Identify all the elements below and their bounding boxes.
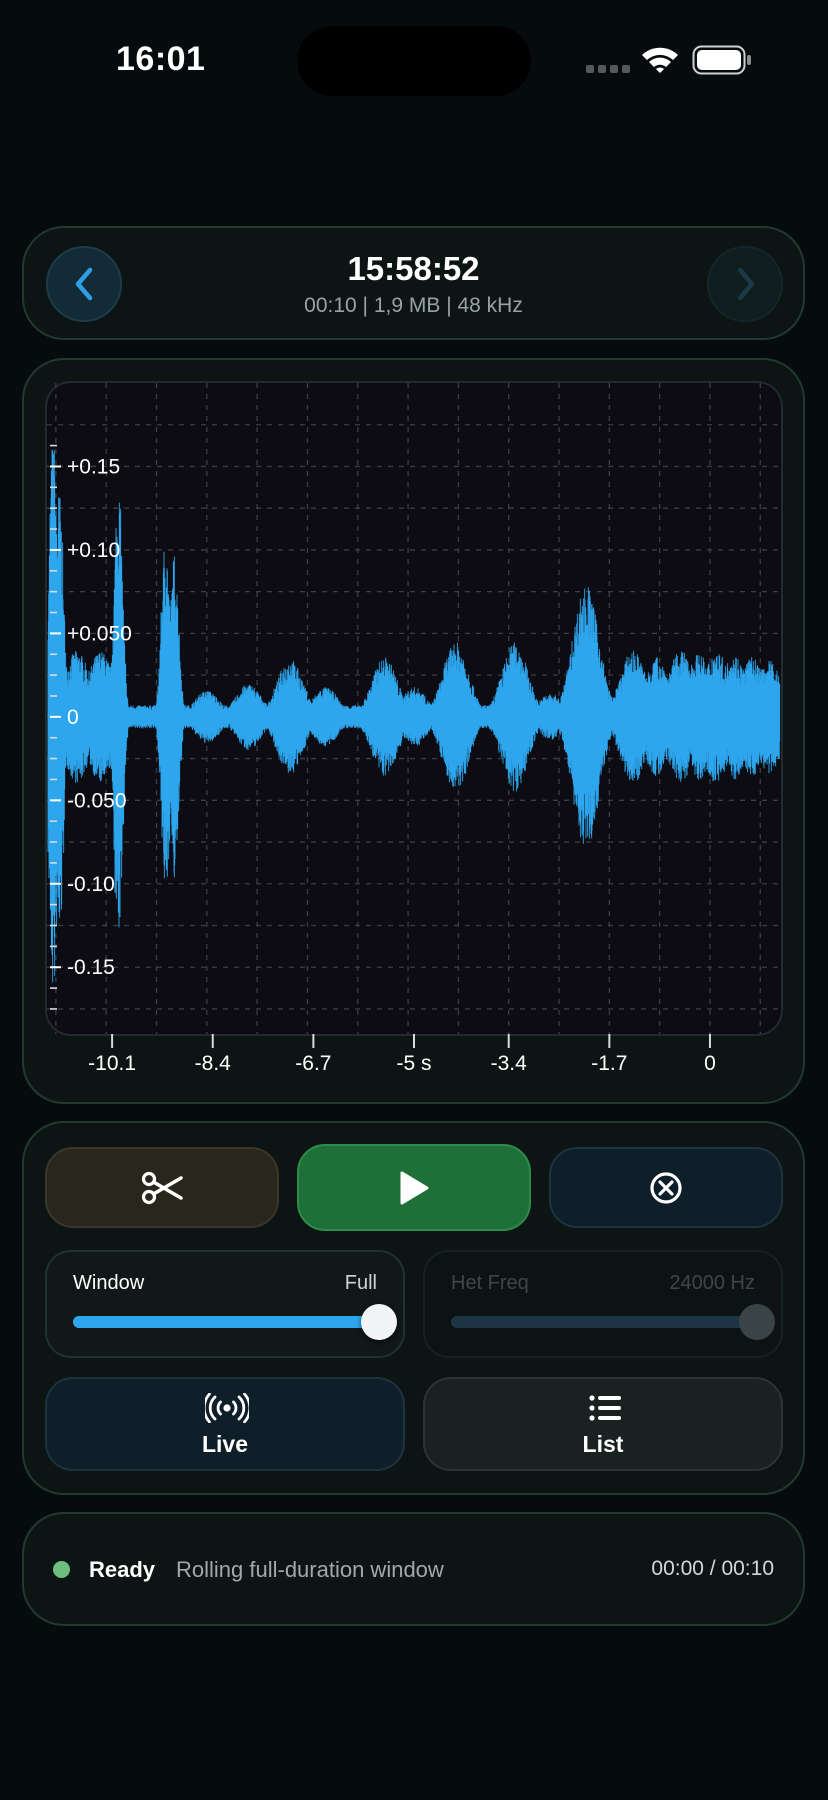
- window-slider-panel: Window Full: [45, 1250, 405, 1358]
- clear-button[interactable]: [549, 1147, 783, 1228]
- status-state: Ready: [89, 1557, 156, 1582]
- y-tick-label: -0.050: [67, 789, 127, 812]
- het-freq-slider-fill: [451, 1316, 757, 1328]
- y-tick-label: -0.10: [67, 873, 115, 896]
- y-tick-label: +0.050: [67, 622, 132, 645]
- x-tick-label: -5 s: [396, 1052, 431, 1075]
- play-button[interactable]: [297, 1144, 531, 1231]
- playback-time: 00:00 / 00:10: [651, 1557, 774, 1580]
- x-circle-icon: [650, 1171, 682, 1204]
- list-icon: [589, 1395, 621, 1421]
- waveform-chart: +0.15 +0.10 +0.050 0 -0.050 -0.10 -0.15 -10.1 -…: [47, 383, 781, 1075]
- trim-button[interactable]: [45, 1147, 279, 1228]
- het-freq-slider-thumb: [739, 1304, 775, 1340]
- live-label: Live: [201, 1431, 249, 1457]
- het-freq-label: Het Freq: [451, 1272, 529, 1294]
- window-value: Full: [344, 1272, 377, 1294]
- window-slider-fill: [73, 1316, 379, 1328]
- waveform-series: [47, 449, 781, 983]
- y-tick-label: +0.15: [67, 455, 120, 478]
- list-button[interactable]: List: [423, 1377, 783, 1471]
- broadcast-icon: [205, 1393, 249, 1423]
- x-tick-label: -3.4: [491, 1052, 528, 1075]
- scissors-icon: [141, 1171, 183, 1204]
- status-indicator-dot: [53, 1561, 70, 1578]
- y-tick-label: -0.15: [67, 956, 115, 979]
- window-label: Window: [73, 1272, 145, 1294]
- x-tick-label: -8.4: [195, 1052, 232, 1075]
- status-description: Rolling full-duration window: [176, 1557, 444, 1582]
- y-tick-label: 0: [67, 706, 79, 729]
- x-tick-label: -10.1: [88, 1052, 136, 1075]
- x-tick-label: 0: [704, 1052, 716, 1075]
- play-icon: [400, 1171, 429, 1204]
- live-button[interactable]: Live: [45, 1377, 405, 1471]
- list-label: List: [582, 1431, 624, 1457]
- het-freq-slider-panel: Het Freq 24000 Hz: [423, 1250, 783, 1358]
- y-tick-label: +0.10: [67, 539, 120, 562]
- het-freq-value: 24000 Hz: [669, 1272, 755, 1294]
- window-slider-thumb[interactable]: [361, 1304, 397, 1340]
- x-tick-label: -1.7: [591, 1052, 627, 1075]
- x-tick-label: -6.7: [295, 1052, 331, 1075]
